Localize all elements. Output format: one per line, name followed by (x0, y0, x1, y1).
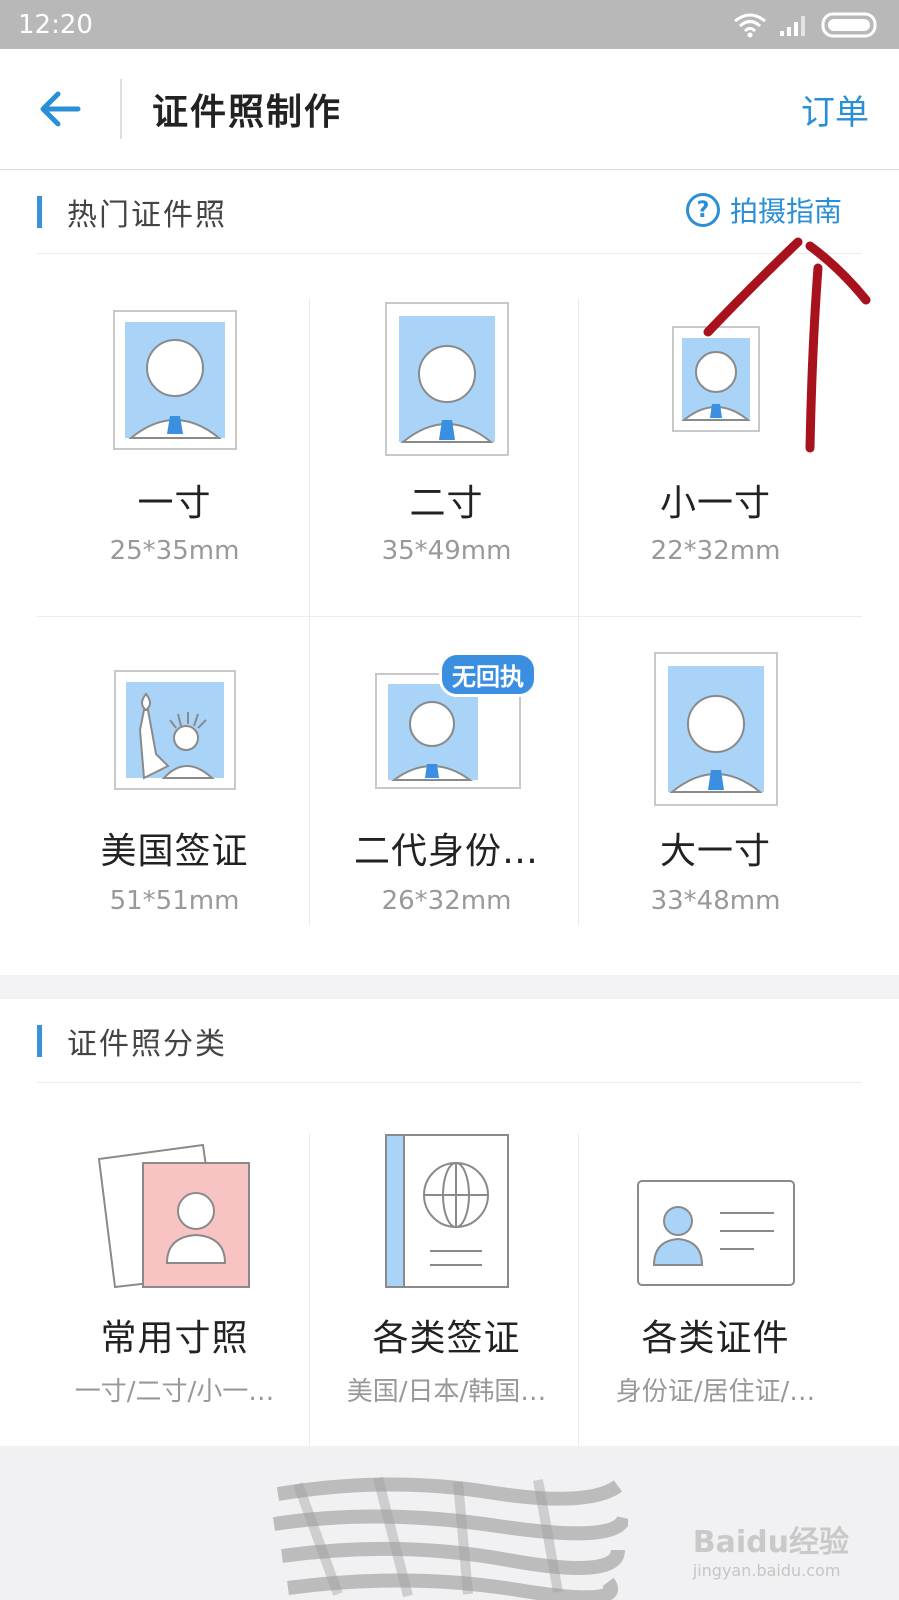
category-common-photos[interactable]: 常用寸照 一寸/二寸/小一… (37, 1133, 312, 1446)
arrow-left-icon (40, 91, 81, 127)
section-marker (37, 1025, 42, 1057)
back-button[interactable] (30, 79, 90, 139)
photo-type-size: 26*32mm (381, 886, 512, 916)
category-documents[interactable]: 各类证件 身份证/居住证/… (578, 1133, 853, 1446)
battery-icon (821, 12, 877, 37)
photo-type-size: 51*51mm (109, 886, 240, 916)
photo-type-name: 美国签证 (100, 831, 249, 872)
status-bar: 12:20 (0, 0, 899, 49)
category-desc: 美国/日本/韩国… (346, 1377, 547, 1407)
category-name: 各类签证 (372, 1318, 521, 1359)
shooting-guide-link[interactable]: ? 拍摄指南 (685, 190, 842, 230)
photo-type-size: 33*48mm (650, 886, 781, 916)
watermark-url: jingyan.baidu.com (692, 1561, 841, 1580)
portrait-photo-icon (653, 652, 778, 806)
photo-type-id-card[interactable]: 无回执 二代身份… 26*32mm (309, 616, 584, 928)
scribble-redaction (272, 1476, 628, 1600)
id-card-icon (636, 1180, 795, 1286)
photo-type-size: 35*49mm (381, 536, 512, 566)
portrait-photo-icon (112, 310, 237, 450)
photo-stack-icon (97, 1143, 250, 1289)
photo-type-name: 二代身份… (353, 831, 539, 872)
watermark-brand: Baidu经验 (692, 1525, 849, 1560)
section-marker (37, 196, 42, 228)
baidu-watermark: Baidu经验 jingyan.baidu.com (693, 1517, 849, 1580)
wifi-icon (734, 13, 766, 37)
signal-icon (780, 15, 805, 36)
photo-type-name: 二寸 (409, 483, 484, 524)
photo-type-size: 22*32mm (650, 536, 781, 566)
status-icons (733, 12, 881, 38)
category-section: 证件照分类 常用寸照 一寸/二寸/小一… 各类签证 美国/日本/韩国… 各类证件… (0, 999, 899, 1446)
category-visas[interactable]: 各类签证 美国/日本/韩国… (309, 1133, 584, 1446)
status-time: 12:20 (18, 9, 93, 40)
hot-section-title: 热门证件照 (67, 198, 227, 233)
category-section-header: 证件照分类 (37, 999, 862, 1083)
statue-of-liberty-icon (113, 670, 236, 790)
photo-type-2-inch[interactable]: 二寸 35*49mm (309, 298, 584, 616)
annotation-arrow (703, 237, 871, 453)
question-icon: ? (685, 193, 720, 227)
photo-type-name: 一寸 (137, 483, 212, 524)
category-grid: 常用寸照 一寸/二寸/小一… 各类签证 美国/日本/韩国… 各类证件 身份证/居… (37, 1133, 862, 1446)
category-name: 常用寸照 (100, 1318, 249, 1359)
photo-type-large-1-inch[interactable]: 大一寸 33*48mm (578, 616, 853, 928)
category-section-title: 证件照分类 (67, 1027, 227, 1062)
no-receipt-badge: 无回执 (439, 652, 537, 697)
category-name: 各类证件 (641, 1318, 790, 1359)
photo-type-size: 25*35mm (109, 536, 240, 566)
category-desc: 身份证/居住证/… (615, 1377, 816, 1407)
shooting-guide-label: 拍摄指南 (729, 195, 842, 228)
photo-type-us-visa[interactable]: 美国签证 51*51mm (37, 616, 312, 928)
portrait-photo-icon (384, 302, 509, 456)
orders-link[interactable]: 订单 (801, 85, 869, 134)
nav-bar: 证件照制作 订单 (0, 49, 899, 170)
category-desc: 一寸/二寸/小一… (74, 1377, 275, 1407)
bottom-area: Baidu经验 jingyan.baidu.com (0, 1446, 899, 1600)
photo-type-1-inch[interactable]: 一寸 25*35mm (37, 298, 312, 616)
page-title: 证件照制作 (152, 92, 343, 133)
section-gap (0, 975, 899, 999)
photo-type-name: 大一寸 (659, 831, 771, 872)
nav-divider (120, 79, 122, 139)
photo-type-name: 小一寸 (659, 483, 771, 524)
passport-icon (384, 1134, 509, 1288)
